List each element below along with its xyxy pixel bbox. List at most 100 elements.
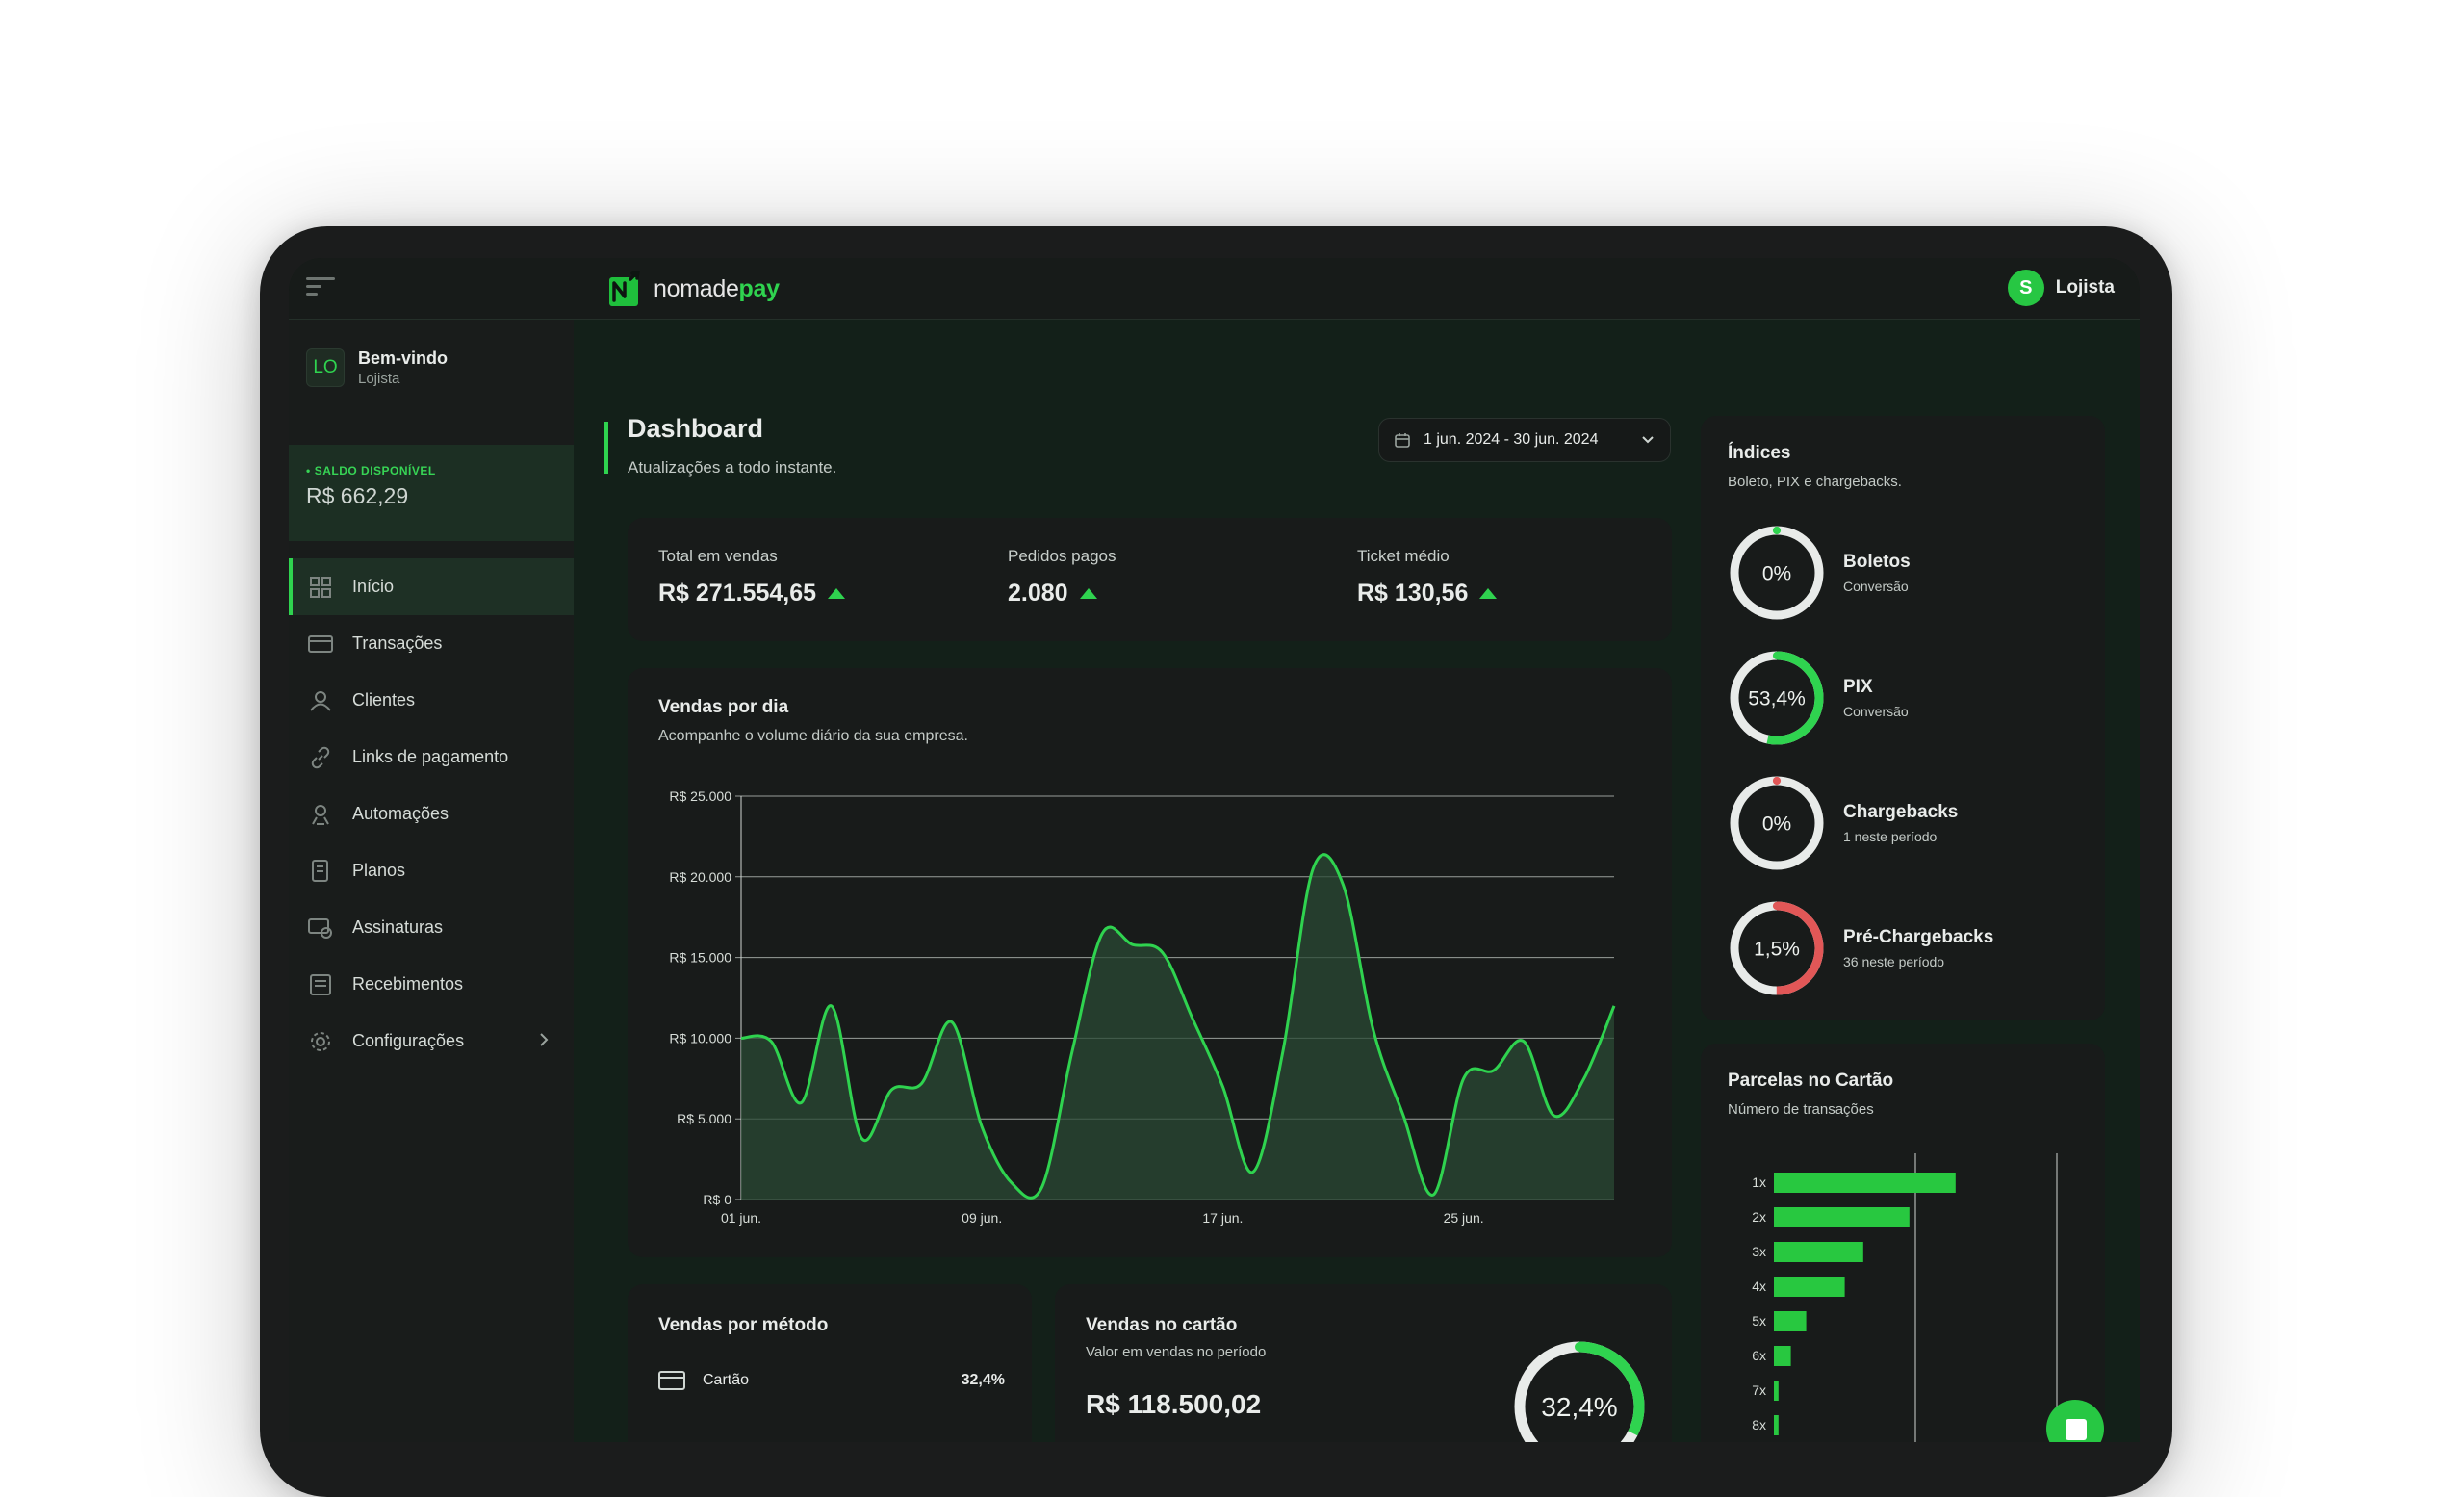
sidebar-item-label: Planos: [352, 861, 406, 880]
y-tick-label: R$ 15.000: [669, 950, 732, 966]
stats-card: Total em vendas R$ 271.554,65 Pedidos pa…: [628, 518, 1672, 641]
donut-marker: [1575, 1342, 1584, 1352]
sidebar-item-links-de-pagamento[interactable]: Links de pagamento: [289, 729, 574, 786]
chargebacks-donut: 0%: [1730, 776, 1824, 870]
credit-card-icon: [658, 1371, 685, 1390]
category-label: 7x: [1752, 1382, 1766, 1398]
category-label: 2x: [1752, 1209, 1766, 1225]
pre-chargebacks-donut: 1,5%: [1730, 901, 1824, 995]
brand-name-part: nomade: [654, 274, 739, 302]
stat-label: Pedidos pagos: [1008, 547, 1116, 565]
bar: [1774, 1311, 1807, 1331]
brand-logo[interactable]: nomadepay: [609, 270, 780, 308]
metodo-row-cartao[interactable]: Cartão 32,4%: [658, 1371, 1005, 1390]
user-badge: LO: [306, 348, 345, 387]
chevron-right-icon: [540, 1033, 549, 1046]
sidebar-item-configuracoes[interactable]: Configurações: [289, 1013, 574, 1070]
stat-label: Total em vendas: [658, 547, 778, 565]
sidebar-item-transacoes[interactable]: Transações: [289, 615, 574, 672]
category-label: 6x: [1752, 1348, 1766, 1363]
sales-chart-card: Vendas por dia Acompanhe o volume diário…: [628, 668, 1672, 1257]
user-name: Lojista: [2055, 277, 2115, 297]
cartao-card: Vendas no cartão Valor em vendas no perí…: [1055, 1284, 1672, 1442]
sidebar-item-inicio[interactable]: Início: [289, 558, 574, 615]
donut-label: 0%: [1762, 563, 1791, 585]
stat-ticket-medio: Ticket médio R$ 130,56: [1357, 547, 1498, 607]
y-tick-label: R$ 10.000: [669, 1030, 732, 1045]
y-tick-label: R$ 0: [703, 1192, 732, 1207]
sidebar-item-label: Transações: [352, 633, 443, 653]
bar: [1774, 1242, 1863, 1262]
indices-title: Índices: [1728, 443, 1791, 463]
x-tick-label: 09 jun.: [962, 1210, 1002, 1226]
stat-value-row: R$ 130,56: [1357, 580, 1498, 607]
donut-label: 53,4%: [1748, 688, 1806, 710]
bar: [1774, 1173, 1956, 1193]
page-subtitle: Atualizações a todo instante.: [628, 458, 837, 477]
y-tick-label: R$ 20.000: [669, 869, 732, 885]
index-sub: 1 neste período: [1843, 829, 1938, 844]
stat-value: 2.080: [1008, 580, 1068, 607]
balance-label: SALDO DISPONÍVEL: [306, 464, 556, 477]
sidebar-item-label: Clientes: [352, 690, 416, 710]
automation-icon: [308, 802, 333, 827]
y-tick-label: R$ 25.000: [669, 788, 732, 804]
x-tick-label: 25 jun.: [1444, 1210, 1484, 1226]
sidebar-item-label: Automações: [352, 804, 449, 823]
x-tick-label: 17 jun.: [1202, 1210, 1243, 1226]
grid-icon: [308, 575, 333, 600]
donut-marker: [1772, 776, 1782, 786]
page-title: Dashboard: [628, 414, 764, 443]
menu-toggle-icon[interactable]: [306, 277, 335, 300]
sidebar-item-label: Assinaturas: [352, 917, 444, 937]
sidebar: LO Bem-vindo Lojista SALDO DISPONÍVEL R$…: [289, 320, 574, 1442]
pix-donut: 53,4%: [1730, 651, 1824, 745]
category-label: 4x: [1752, 1278, 1766, 1294]
index-name: Pré-Chargebacks: [1843, 927, 1994, 947]
index-name: Chargebacks: [1843, 802, 1959, 822]
date-range-picker[interactable]: 1 jun. 2024 - 30 jun. 2024: [1378, 418, 1671, 462]
indices-card: Índices Boleto, PIX e chargebacks. 0% Bo…: [1701, 416, 2105, 1020]
date-range-label: 1 jun. 2024 - 30 jun. 2024: [1424, 431, 1599, 448]
stat-value: R$ 130,56: [1357, 580, 1469, 607]
users-icon: [308, 688, 333, 713]
trend-up-icon: [828, 588, 846, 599]
indices-subtitle: Boleto, PIX e chargebacks.: [1728, 474, 1902, 490]
category-label: 1x: [1752, 1174, 1766, 1190]
user-menu[interactable]: S Lojista: [2007, 270, 2115, 306]
sidebar-item-assinaturas[interactable]: Assinaturas: [289, 899, 574, 956]
sidebar-item-planos[interactable]: Planos: [289, 842, 574, 899]
credit-card-icon: [308, 632, 333, 657]
sidebar-item-label: Recebimentos: [352, 974, 464, 994]
sidebar-item-automacoes[interactable]: Automações: [289, 786, 574, 842]
index-sub: Conversão: [1843, 579, 1909, 594]
bar: [1774, 1415, 1779, 1435]
stat-pedidos-pagos: Pedidos pagos 2.080: [1008, 547, 1116, 607]
sales-chart: R$ 25.000 R$ 20.000 R$ 15.000 R$ 10.000 R$ 5…: [669, 788, 1616, 1226]
sales-area: [741, 854, 1614, 1200]
sidebar-item-clientes[interactable]: Clientes: [289, 672, 574, 729]
metodo-row-value: 32,4%: [961, 1372, 1005, 1388]
index-name: PIX: [1843, 677, 1873, 697]
index-chargebacks: 0% Chargebacks 1 neste período: [1728, 774, 1958, 872]
subscription-icon: [308, 916, 333, 941]
donut-marker: [1772, 651, 1782, 660]
donut-marker: [1772, 901, 1782, 911]
stat-value-row: 2.080: [1008, 580, 1116, 607]
y-tick-label: R$ 5.000: [677, 1111, 732, 1126]
brand-name: nomadepay: [654, 275, 780, 303]
index-name: Boletos: [1843, 552, 1911, 572]
donut-label: 0%: [1762, 813, 1791, 836]
app-screen: nomadepay S Lojista LO Bem-vindo Lojista…: [289, 258, 2140, 1442]
bar: [1774, 1381, 1779, 1401]
stat-total-vendas: Total em vendas R$ 271.554,65: [658, 547, 846, 607]
chat-icon: [2066, 1419, 2087, 1440]
category-label: 8x: [1752, 1417, 1766, 1432]
index-sub: Conversão: [1843, 704, 1909, 719]
chevron-down-icon: [1642, 436, 1654, 444]
cartao-subtitle: Valor em vendas no período: [1086, 1344, 1267, 1360]
balance-panel: SALDO DISPONÍVEL R$ 662,29: [289, 445, 574, 541]
sidebar-item-label: Links de pagamento: [352, 747, 509, 766]
sidebar-item-recebimentos[interactable]: Recebimentos: [289, 956, 574, 1013]
link-icon: [308, 745, 333, 770]
